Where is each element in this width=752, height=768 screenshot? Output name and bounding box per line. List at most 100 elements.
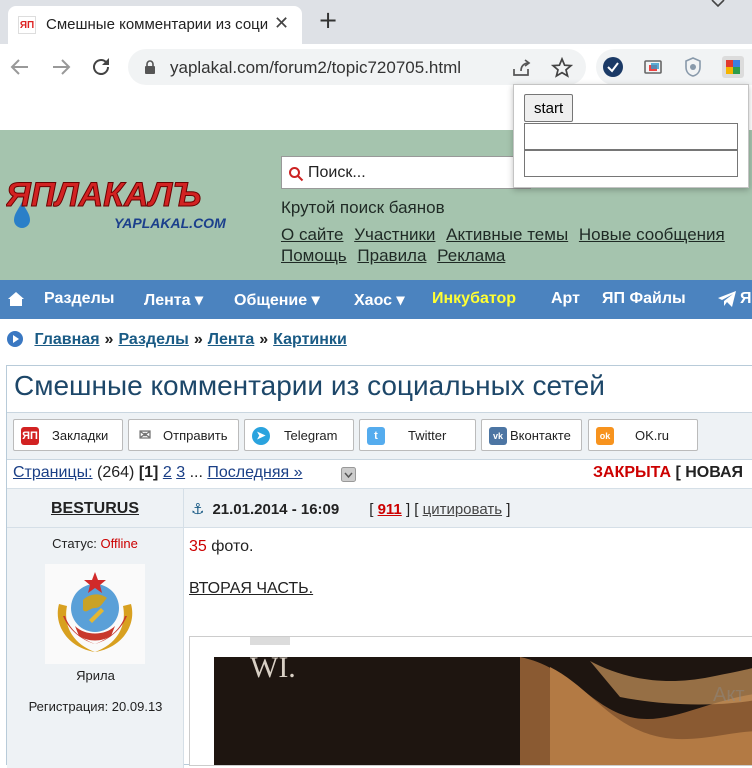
pages-ellipsis: ... <box>189 464 203 481</box>
author-profile: Статус: Offline Ярила Регистрация: 20.09… <box>7 528 184 768</box>
share-icon[interactable] <box>510 57 532 79</box>
breadcrumb-pictures[interactable]: Картинки <box>273 331 347 348</box>
breadcrumb-home[interactable]: Главная <box>34 331 99 348</box>
link-help[interactable]: Помощь <box>281 246 347 265</box>
breadcrumb: Главная» Разделы» Лента» Картинки <box>6 330 347 349</box>
breadcrumb-separator: » <box>193 331 203 348</box>
share-telegram-button[interactable]: ➤ Telegram <box>244 419 354 451</box>
popup-input-1[interactable] <box>524 123 738 150</box>
close-tab-icon[interactable]: ✕ <box>274 15 289 33</box>
post-meta: ⚓ 21.01.2014 - 16:09[ 911 ] [ цитировать … <box>191 500 511 518</box>
tab-title: Смешные комментарии из социальных сетей <box>46 16 268 33</box>
registration-date: Регистрация: 20.09.13 <box>28 699 163 714</box>
topic-container: Смешные комментарии из социальных сетей … <box>6 365 752 768</box>
topic-closed-status: ЗАКРЫТА [ НОВАЯ <box>593 464 743 482</box>
avatar-caption: Ярила <box>76 668 115 683</box>
extensions-area <box>596 49 752 85</box>
page-dropdown-icon[interactable] <box>341 467 356 482</box>
bookmark-star-icon[interactable] <box>551 57 573 79</box>
post-photo: WI. <box>190 637 752 765</box>
cast-extension-icon[interactable] <box>642 56 664 78</box>
status-label: Статус: <box>52 536 97 551</box>
page-count: (264) <box>97 464 135 481</box>
start-button[interactable]: start <box>524 94 574 122</box>
ok-icon: ok <box>596 427 614 445</box>
search-field[interactable]: Поиск... <box>281 156 531 189</box>
page-3-link[interactable]: 3 <box>176 464 185 481</box>
share-telegram-label: Telegram <box>284 428 338 443</box>
current-page: [1] <box>138 464 159 481</box>
post-image[interactable]: WI. <box>189 636 752 766</box>
share-vk-button[interactable]: vk Вконтакте <box>481 419 582 451</box>
telegram-icon: ➤ <box>252 427 270 445</box>
author-name[interactable]: BESTURUS <box>51 500 139 518</box>
forward-arrow-icon[interactable] <box>49 55 73 79</box>
author-cell: BESTURUS <box>7 489 184 529</box>
new-tab-button[interactable]: + <box>318 8 338 32</box>
nav-files[interactable]: ЯП Файлы <box>602 290 686 308</box>
browser-tabstrip: ЯП Смешные комментарии из социальных сет… <box>0 0 752 44</box>
link-rules[interactable]: Правила <box>357 246 426 265</box>
photo-count: 35 <box>189 538 207 555</box>
home-icon[interactable] <box>8 292 24 306</box>
breadcrumb-arrow-icon <box>7 331 23 347</box>
avatar <box>45 564 145 664</box>
share-send-button[interactable]: ✉ Отправить <box>128 419 239 451</box>
new-reply-label[interactable]: [ НОВАЯ <box>675 464 743 481</box>
share-twitter-button[interactable]: t Twitter <box>359 419 476 451</box>
checkmark-extension-icon[interactable] <box>602 56 624 78</box>
tab-search-chevron-icon[interactable] <box>710 0 726 9</box>
svg-text:ЯПЛАКАЛЪ: ЯПЛАКАЛЪ <box>6 176 201 214</box>
pages-label[interactable]: Страницы: <box>13 464 93 481</box>
link-active-topics[interactable]: Активные темы <box>446 225 568 244</box>
main-navbar: Разделы Лента ▾ Общение ▾ Хаос ▾ Инкубат… <box>0 280 752 319</box>
share-bar: ЯП Закладки ✉ Отправить ➤ Telegram t Twi… <box>7 412 752 460</box>
link-new-messages[interactable]: Новые сообщения <box>579 225 725 244</box>
breadcrumb-separator: » <box>104 331 114 348</box>
breadcrumb-feed[interactable]: Лента <box>208 331 255 348</box>
back-arrow-icon[interactable] <box>8 55 32 79</box>
search-placeholder[interactable]: Поиск... <box>308 164 366 182</box>
nav-incubator[interactable]: Инкубатор <box>432 290 516 308</box>
url-text[interactable]: yaplakal.com/forum2/topic720705.html <box>170 58 461 78</box>
header-links: Крутой поиск баянов О сайте Участники Ак… <box>281 198 731 267</box>
topic-title: Смешные комментарии из социальных сетей <box>14 370 605 401</box>
second-part-link[interactable]: ВТОРАЯ ЧАСТЬ. <box>189 580 313 598</box>
search-caption: Крутой поиск баянов <box>281 198 445 217</box>
telegram-nav-icon[interactable] <box>718 291 736 307</box>
nav-art[interactable]: Арт <box>551 290 580 308</box>
lock-icon[interactable] <box>144 60 156 74</box>
share-send-label: Отправить <box>163 428 228 443</box>
nav-telegram-label[interactable]: Я <box>740 290 752 308</box>
quote-link[interactable]: цитировать <box>423 501 502 518</box>
post-number[interactable]: 911 <box>378 501 402 518</box>
post-date: 21.01.2014 - 16:09 <box>212 501 340 518</box>
anchor-icon[interactable]: ⚓ <box>191 500 204 518</box>
share-bookmarks-label: Закладки <box>52 428 109 443</box>
browser-tab[interactable]: ЯП Смешные комментарии из социальных сет… <box>8 6 302 44</box>
nav-sections[interactable]: Разделы <box>44 290 114 308</box>
share-bookmarks-button[interactable]: ЯП Закладки <box>13 419 123 451</box>
share-ok-button[interactable]: ok OK.ru <box>588 419 698 451</box>
page-2-link[interactable]: 2 <box>163 464 172 481</box>
activation-watermark: Акт <box>713 684 745 706</box>
pagination-links: Страницы: (264) [1] 2 3 ... Последняя » <box>13 464 302 482</box>
address-bar[interactable]: yaplakal.com/forum2/topic720705.html <box>128 49 586 85</box>
shield-extension-icon[interactable] <box>682 56 704 78</box>
link-members[interactable]: Участники <box>354 225 435 244</box>
yaplakal-logo[interactable]: ЯПЛАКАЛЪ YAPLAKAL.COM <box>6 174 256 234</box>
extension-popup: start <box>513 84 749 188</box>
nav-talk[interactable]: Общение ▾ <box>234 290 320 310</box>
link-advertising[interactable]: Реклама <box>437 246 505 265</box>
nav-chaos[interactable]: Хаос ▾ <box>354 290 405 310</box>
link-about[interactable]: О сайте <box>281 225 343 244</box>
reload-icon[interactable] <box>89 55 113 79</box>
breadcrumb-separator: » <box>259 331 269 348</box>
popup-input-2[interactable] <box>524 150 738 177</box>
svg-text:WI.: WI. <box>250 651 296 684</box>
breadcrumb-sections[interactable]: Разделы <box>118 331 188 348</box>
active-extension-icon[interactable] <box>722 56 744 78</box>
last-page-link[interactable]: Последняя » <box>207 464 302 481</box>
search-icon <box>289 167 304 182</box>
nav-feed[interactable]: Лента ▾ <box>144 290 203 310</box>
